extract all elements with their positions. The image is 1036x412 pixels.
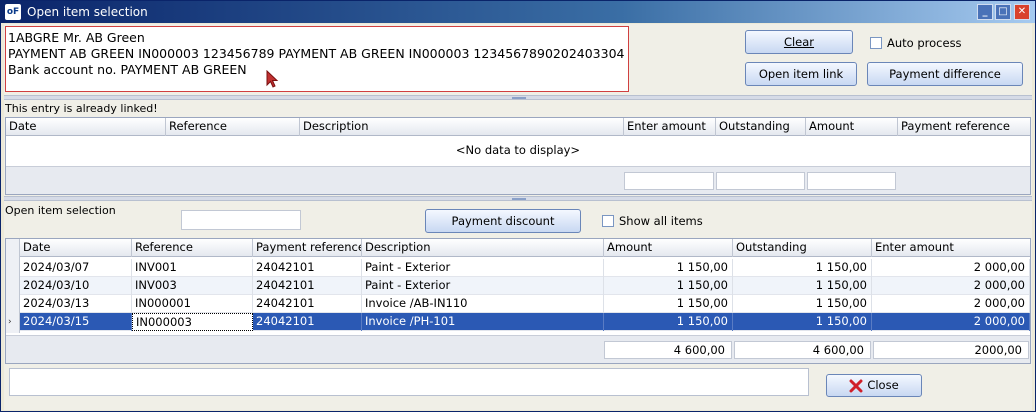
open-items-totals-footer: 4 600,00 4 600,00 2000,00 — [6, 335, 1030, 363]
cell-description: Invoice /PH-101 — [362, 313, 604, 331]
table-row[interactable]: 2024/03/07 INV001 24042101 Paint - Exter… — [20, 259, 1030, 277]
close-icon — [849, 379, 863, 393]
close-button[interactable]: Close — [826, 374, 922, 397]
splitter-middle[interactable] — [4, 196, 1032, 201]
cell-outstanding: 1 150,00 — [733, 313, 872, 331]
open-item-selection-window: oF Open item selection _ □ ✕ 1ABGRE Mr. … — [0, 0, 1036, 412]
cell-description: Paint - Exterior — [362, 259, 604, 277]
show-all-items-checkbox[interactable] — [602, 215, 614, 227]
cell-outstanding: 1 150,00 — [733, 259, 872, 277]
column-header[interactable]: Amount — [806, 118, 898, 136]
total-outstanding: 4 600,00 — [734, 341, 871, 359]
cell-outstanding: 1 150,00 — [733, 277, 872, 295]
cell-amount: 1 150,00 — [604, 259, 733, 277]
window-title: Open item selection — [27, 5, 148, 19]
maximize-button[interactable]: □ — [995, 4, 1011, 20]
title-bar: oF Open item selection _ □ ✕ — [1, 1, 1035, 23]
column-header[interactable]: Date — [6, 118, 166, 136]
memo-line: Bank account no. PAYMENT AB GREEN — [8, 62, 247, 77]
cell-amount: 1 150,00 — [604, 295, 733, 313]
cell-description: Paint - Exterior — [362, 277, 604, 295]
cell-date: 2024/03/15 — [20, 313, 132, 331]
payment-difference-button[interactable]: Payment difference — [867, 62, 1023, 86]
show-all-items-label: Show all items — [619, 214, 703, 228]
close-icon: ✕ — [1017, 6, 1027, 17]
no-data-message: <No data to display> — [455, 143, 581, 157]
cell-enter-amount[interactable]: 2 000,00 — [872, 295, 1030, 313]
cell-reference: IN000001 — [132, 295, 253, 313]
cell-enter-amount[interactable]: 2 000,00 — [872, 313, 1030, 331]
total-enter-amount: 2000,00 — [873, 341, 1029, 359]
cell-reference[interactable]: IN000003 — [132, 313, 253, 331]
cell-date: 2024/03/07 — [20, 259, 132, 277]
column-header[interactable]: Description — [300, 118, 624, 136]
cell-outstanding: 1 150,00 — [733, 295, 872, 313]
close-window-button[interactable]: ✕ — [1014, 4, 1030, 20]
cell-description: Invoice /AB-IN110 — [362, 295, 604, 313]
linked-items-grid: Date Reference Description Enter amount … — [5, 117, 1031, 195]
open-item-filter-input[interactable] — [181, 210, 301, 230]
cell-payment-reference: 24042101 — [253, 295, 362, 313]
payment-discount-button[interactable]: Payment discount — [425, 209, 581, 233]
cell-amount: 1 150,00 — [604, 277, 733, 295]
column-header[interactable]: Payment reference — [898, 118, 1030, 136]
cell-payment-reference: 24042101 — [253, 277, 362, 295]
auto-process-label: Auto process — [887, 36, 962, 50]
cell-amount: 1 150,00 — [604, 313, 733, 331]
minimize-icon: _ — [982, 6, 988, 17]
cell-payment-reference: 24042101 — [253, 313, 362, 331]
minimize-button[interactable]: _ — [977, 4, 993, 20]
open-items-grid-header: Date Reference Payment reference Descrip… — [20, 239, 1030, 257]
table-row[interactable]: 2024/03/10 INV003 24042101 Paint - Exter… — [20, 277, 1030, 295]
column-header[interactable]: Reference — [166, 118, 300, 136]
maximize-icon: □ — [998, 6, 1008, 17]
column-header[interactable]: Outstanding — [733, 239, 872, 257]
column-header[interactable]: Description — [362, 239, 604, 257]
column-header[interactable]: Reference — [132, 239, 253, 257]
status-text-box[interactable] — [9, 368, 809, 396]
bank-statement-memo[interactable]: 1ABGRE Mr. AB Green PAYMENT AB GREEN IN0… — [5, 26, 629, 92]
column-header[interactable]: Outstanding — [716, 118, 806, 136]
cell-reference: INV001 — [132, 259, 253, 277]
splitter-top[interactable] — [4, 95, 1032, 100]
column-header[interactable]: Enter amount — [872, 239, 1030, 257]
column-header[interactable]: Enter amount — [624, 118, 716, 136]
table-row-selected[interactable]: 2024/03/15 IN000003 24042101 Invoice /PH… — [20, 313, 1030, 331]
cell-date: 2024/03/10 — [20, 277, 132, 295]
cell-payment-reference: 24042101 — [253, 259, 362, 277]
memo-line: 1ABGRE Mr. AB Green — [8, 30, 145, 45]
cell-enter-amount[interactable]: 2 000,00 — [872, 277, 1030, 295]
mouse-cursor-icon — [266, 70, 279, 88]
linked-grid-header: Date Reference Description Enter amount … — [6, 118, 1030, 136]
dialog-client: 1ABGRE Mr. AB Green PAYMENT AB GREEN IN0… — [4, 24, 1032, 410]
open-item-link-button[interactable]: Open item link — [745, 62, 857, 86]
column-header[interactable]: Date — [20, 239, 132, 257]
auto-process-checkbox[interactable] — [870, 37, 882, 49]
column-header[interactable]: Amount — [604, 239, 733, 257]
cell-date: 2024/03/13 — [20, 295, 132, 313]
cell-enter-amount[interactable]: 2 000,00 — [872, 259, 1030, 277]
footer-enter-amount — [624, 172, 714, 190]
column-header[interactable]: Payment reference — [253, 239, 362, 257]
table-row[interactable]: 2024/03/13 IN000001 24042101 Invoice /AB… — [20, 295, 1030, 313]
footer-outstanding — [716, 172, 805, 190]
memo-line: PAYMENT AB GREEN IN000003 123456789 PAYM… — [8, 46, 625, 61]
current-row-indicator-icon: › — [8, 317, 12, 327]
footer-amount — [807, 172, 896, 190]
clear-button[interactable]: Clear — [745, 30, 853, 54]
linked-grid-footer — [6, 166, 1030, 194]
app-icon: oF — [5, 4, 21, 20]
already-linked-notice: This entry is already linked! — [5, 102, 158, 115]
open-items-grid: Date Reference Payment reference Descrip… — [5, 238, 1031, 364]
cell-reference: INV003 — [132, 277, 253, 295]
total-amount: 4 600,00 — [604, 341, 732, 359]
open-item-selection-label: Open item selection — [5, 204, 116, 217]
